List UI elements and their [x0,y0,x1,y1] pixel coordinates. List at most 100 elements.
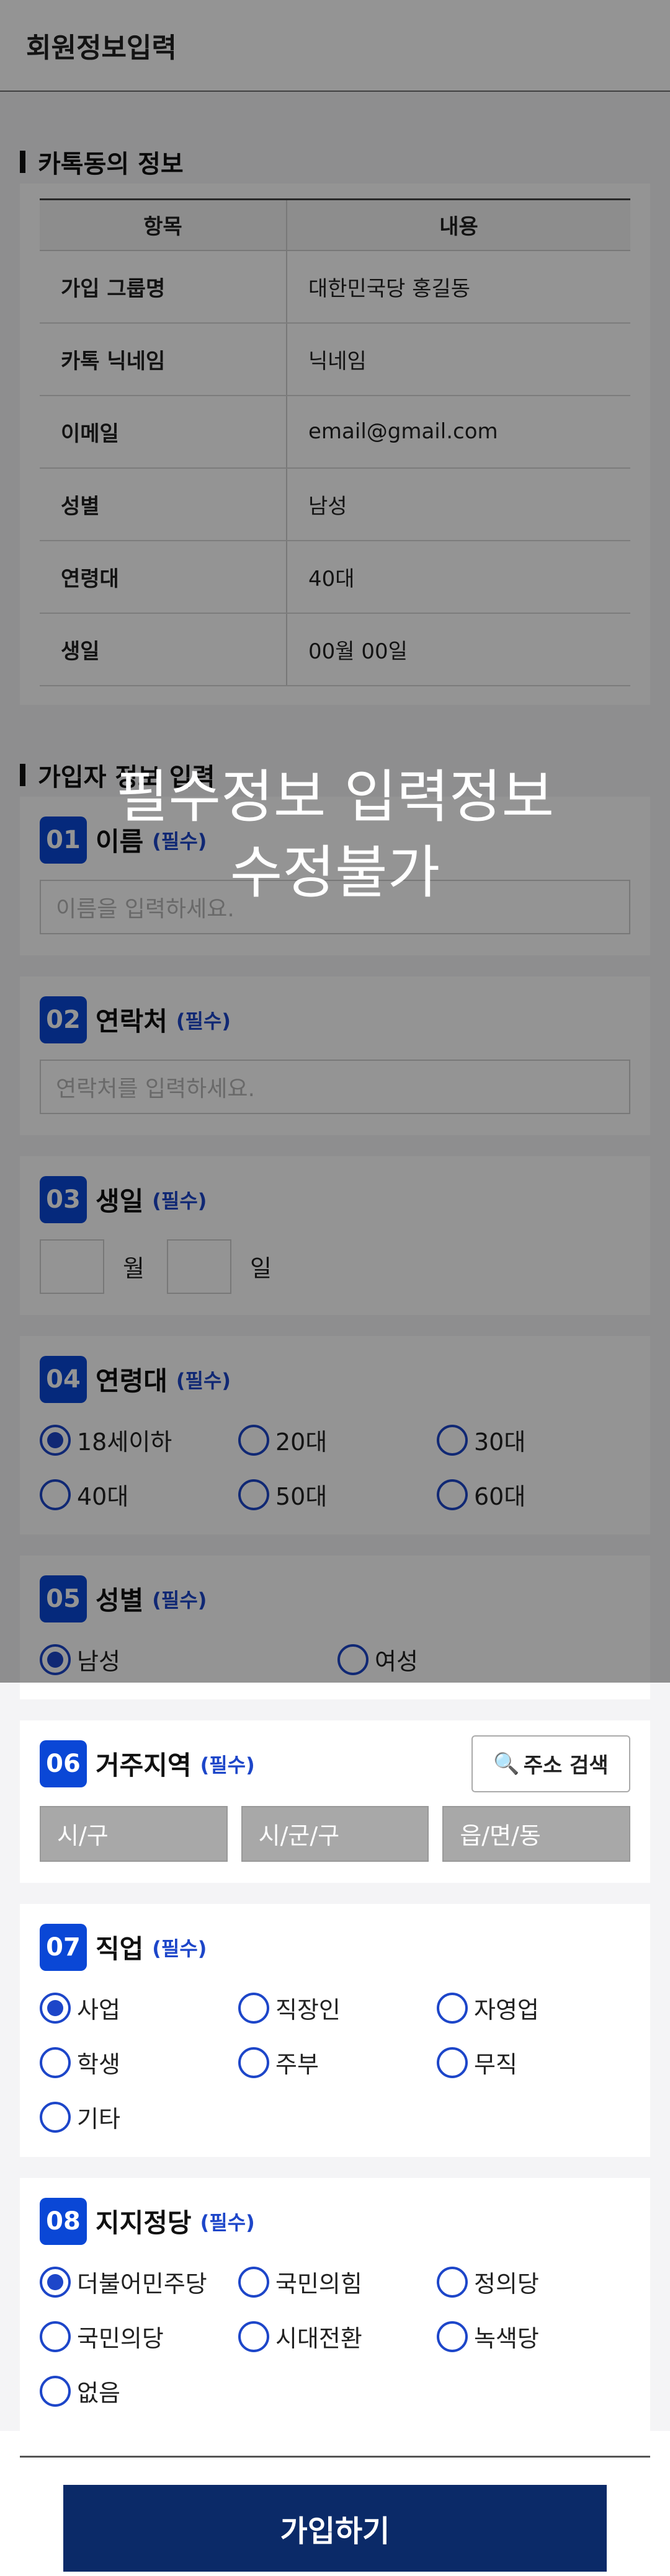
radio-unselected-icon [40,2375,71,2407]
question-number: 03 [40,1175,87,1223]
question-number: 04 [40,1355,87,1403]
radio-unselected-icon [238,2321,269,2352]
option-label: 무직 [474,2051,517,2078]
age-option[interactable]: 50대 [238,1476,437,1513]
name-card: 01 이름 (필수) 이름을 입력하세요. [20,796,650,955]
row-value: 대한민국당 홍길동 [287,250,630,324]
required-label: (필수) [200,2210,255,2234]
question-number: 05 [40,1575,87,1622]
address-district-field[interactable]: 시/군/구 [241,1805,429,1862]
job-option[interactable]: 학생 [40,2044,238,2081]
job-option[interactable]: 무직 [437,2044,635,2081]
member-section-title: 가입자 정보 입력 [20,705,650,797]
party-option[interactable]: 없음 [40,2373,238,2410]
question-title: 연령대 [96,1366,168,1396]
kakao-section-title: 카톡동의 정보 [20,92,650,184]
day-label: 일 [249,1255,272,1282]
gender-option[interactable]: 여성 [337,1641,635,1678]
radio-unselected-icon [238,1424,269,1456]
radio-selected-icon [40,1644,71,1675]
party-option[interactable]: 국민의당 [40,2318,238,2355]
option-label: 40대 [77,1483,129,1510]
question-number: 08 [40,2197,87,2245]
required-label: (필수) [152,1936,207,1960]
row-label: 가입 그룹명 [40,250,287,324]
age-option[interactable]: 20대 [238,1422,437,1459]
address-city-field[interactable]: 시/구 [40,1805,228,1862]
option-label: 기타 [77,2105,120,2133]
option-label: 남성 [77,1648,120,1675]
phone-input[interactable]: 연락처를 입력하세요. [40,1059,630,1114]
kakao-info-table: 항목 내용 가입 그룹명 대한민국당 홍길동 카톡 닉네임 닉네임 이메일 email… [40,198,630,686]
job-option[interactable]: 자영업 [437,1990,635,2027]
row-label: 이메일 [40,395,287,469]
radio-unselected-icon [437,2321,468,2352]
month-label: 월 [123,1255,145,1282]
question-title: 연락처 [96,1006,168,1037]
address-search-button[interactable]: 🔍 주소 검색 [471,1735,630,1792]
party-option[interactable]: 녹색당 [437,2318,635,2355]
required-label: (필수) [152,1188,207,1213]
option-label: 정의당 [474,2270,539,2298]
option-label: 자영업 [474,1996,539,2024]
age-option[interactable]: 60대 [437,1476,635,1513]
option-label: 국민의당 [77,2325,164,2352]
party-option[interactable]: 더불어민주당 [40,2264,238,2301]
job-option[interactable]: 사업 [40,1990,238,2027]
party-option[interactable]: 국민의힘 [238,2264,437,2301]
name-input[interactable]: 이름을 입력하세요. [40,879,630,934]
option-label: 30대 [474,1428,526,1456]
row-value: 40대 [287,540,630,614]
address-card: 06 거주지역 (필수) 🔍 주소 검색 시/구 시/군/구 읍/면/동 [20,1720,650,1883]
option-label: 더불어민주당 [77,2270,207,2298]
phone-card: 02 연락처 (필수) 연락처를 입력하세요. [20,976,650,1135]
table-row: 이메일 email@gmail.com [40,395,630,469]
age-option[interactable]: 40대 [40,1476,238,1513]
table-row: 성별 남성 [40,467,630,541]
question-title: 직업 [96,1934,144,1964]
option-label: 20대 [275,1428,328,1456]
question-title: 이름 [96,826,144,857]
table-row: 카톡 닉네임 닉네임 [40,322,630,396]
row-value: email@gmail.com [287,395,630,469]
option-label: 시대전환 [275,2325,362,2352]
row-value: 00월 00일 [287,613,630,686]
radio-unselected-icon [40,2047,71,2078]
question-title: 거주지역 [96,1750,192,1781]
age-option[interactable]: 30대 [437,1422,635,1459]
question-title: 지지정당 [96,2208,192,2238]
page-title: 회원정보입력 [26,32,177,64]
age-options: 18세이하 20대 30대 40대 50대 60대 [40,1422,630,1513]
birthday-card: 03 생일 (필수) 월 일 [20,1156,650,1315]
question-title: 성별 [96,1585,144,1616]
radio-unselected-icon [437,2047,468,2078]
job-card: 07 직업 (필수) 사업 직장인 자영업 학생 주부 무직 기타 [20,1903,650,2157]
radio-unselected-icon [437,1992,468,2024]
radio-unselected-icon [238,1479,269,1510]
job-option[interactable]: 기타 [40,2099,238,2136]
row-label: 카톡 닉네임 [40,322,287,396]
job-option[interactable]: 직장인 [238,1990,437,2027]
section-title-text: 가입자 정보 입력 [38,763,215,792]
required-label: (필수) [200,1753,255,1777]
party-option[interactable]: 정의당 [437,2264,635,2301]
option-label: 없음 [77,2379,120,2407]
option-label: 18세이하 [77,1428,172,1456]
radio-unselected-icon [437,2266,468,2298]
question-number: 06 [40,1740,87,1787]
kakao-info-box: 항목 내용 가입 그룹명 대한민국당 홍길동 카톡 닉네임 닉네임 이메일 email… [20,184,650,705]
form-content: 카톡동의 정보 항목 내용 가입 그룹명 대한민국당 홍길동 카톡 닉네임 닉네임 … [0,92,670,2431]
job-option[interactable]: 주부 [238,2044,437,2081]
option-label: 주부 [275,2051,319,2078]
party-options: 더불어민주당 국민의힘 정의당 국민의당 시대전환 녹색당 없음 [40,2264,630,2410]
birth-month-input[interactable] [40,1239,104,1294]
radio-unselected-icon [437,1424,468,1456]
signup-button[interactable]: 가입하기 [63,2484,607,2572]
age-option[interactable]: 18세이하 [40,1422,238,1459]
party-option[interactable]: 시대전환 [238,2318,437,2355]
birth-day-input[interactable] [166,1239,231,1294]
radio-unselected-icon [40,1479,71,1510]
address-town-field[interactable]: 읍/면/동 [442,1805,631,1862]
question-title: 생일 [96,1186,144,1216]
gender-option[interactable]: 남성 [40,1641,337,1678]
